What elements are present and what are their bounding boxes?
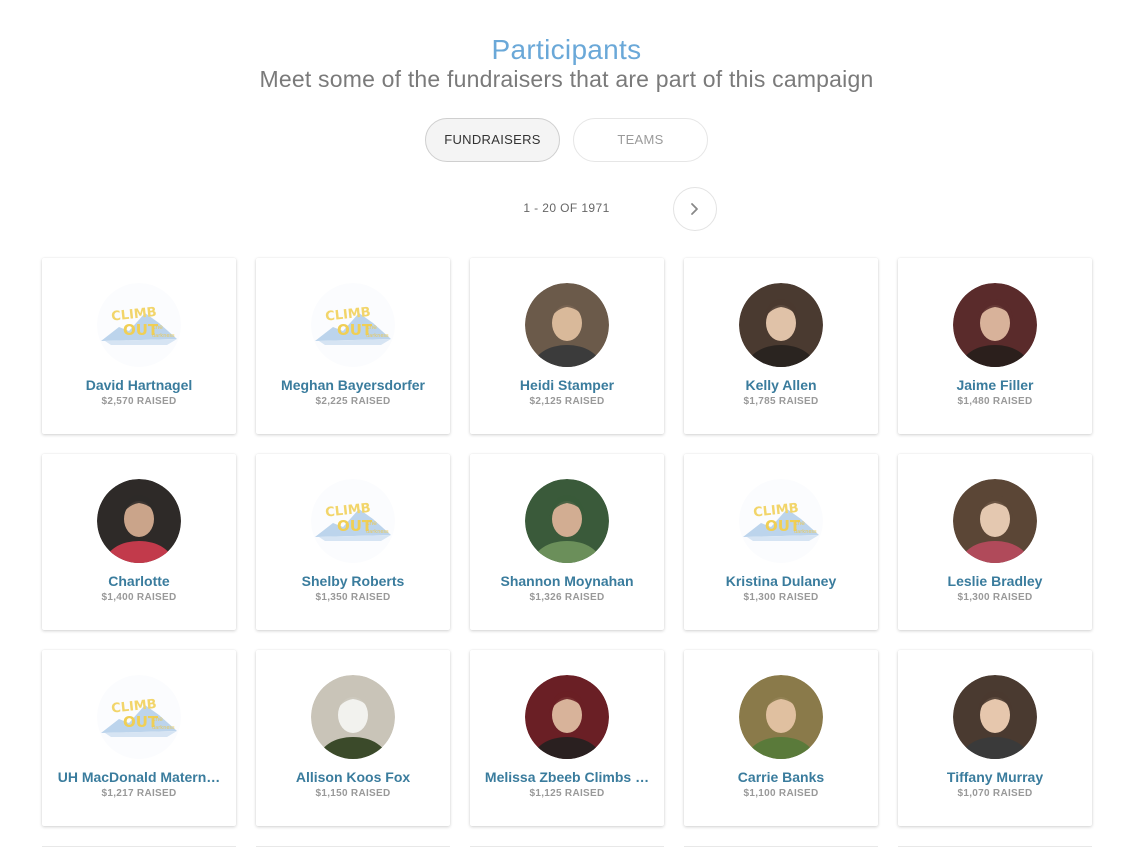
page-title: Participants xyxy=(491,34,642,65)
climb-out-logo: CLIMB OUT the darkness xyxy=(97,675,181,759)
participant-card[interactable]: CLIMB OUT the darkness Meghan Bayersdorfer $2… xyxy=(256,258,450,434)
svg-text:darkness: darkness xyxy=(152,725,175,731)
pagination-range: 1 - 20 OF 1971 xyxy=(523,201,610,215)
amount-raised: $1,300 RAISED xyxy=(957,592,1033,603)
participant-name[interactable]: Leslie Bradley xyxy=(906,573,1084,589)
participant-name[interactable]: Jaime Filler xyxy=(906,377,1084,393)
amount-raised: $2,570 RAISED xyxy=(101,396,177,407)
climb-out-logo: CLIMB OUT the darkness xyxy=(311,479,395,563)
participant-card[interactable]: CLIMB OUT the darkness Kristina Dulaney $1,30… xyxy=(684,454,878,630)
participant-name[interactable]: Charlotte xyxy=(50,573,228,589)
climb-out-logo: CLIMB OUT the darkness xyxy=(739,479,823,563)
amount-raised: $1,300 RAISED xyxy=(743,592,819,603)
amount-raised: $2,125 RAISED xyxy=(529,396,605,407)
amount-raised: $1,480 RAISED xyxy=(957,396,1033,407)
amount-raised: $1,785 RAISED xyxy=(743,396,819,407)
climb-out-logo: CLIMB OUT the darkness xyxy=(97,283,181,367)
amount-raised: $1,070 RAISED xyxy=(957,788,1033,799)
profile-photo xyxy=(739,675,823,759)
next-page-button[interactable] xyxy=(673,187,717,231)
participant-card[interactable]: Heidi Stamper $2,125 RAISED xyxy=(470,258,664,434)
profile-photo xyxy=(97,479,181,563)
participant-name[interactable]: Kristina Dulaney xyxy=(692,573,870,589)
participant-card[interactable]: Melissa Zbeeb Climbs … $1,125 RAISED xyxy=(470,650,664,826)
participant-card[interactable]: CLIMB OUT the darkness David Hartnagel $2,570… xyxy=(42,258,236,434)
participant-card[interactable]: Jaime Filler $1,480 RAISED xyxy=(898,258,1092,434)
participant-name[interactable]: Kelly Allen xyxy=(692,377,870,393)
participant-name[interactable]: Melissa Zbeeb Climbs … xyxy=(478,769,656,785)
participant-card[interactable]: Shannon Moynahan $1,326 RAISED xyxy=(470,454,664,630)
svg-text:darkness: darkness xyxy=(152,333,175,339)
participant-name[interactable]: David Hartnagel xyxy=(50,377,228,393)
tab-teams[interactable]: TEAMS xyxy=(573,118,708,162)
svg-text:the: the xyxy=(367,520,377,527)
profile-photo xyxy=(525,675,609,759)
participant-name[interactable]: Meghan Bayersdorfer xyxy=(264,377,442,393)
profile-photo xyxy=(739,283,823,367)
participant-name[interactable]: Allison Koos Fox xyxy=(264,769,442,785)
amount-raised: $1,326 RAISED xyxy=(529,592,605,603)
participant-name[interactable]: UH MacDonald Matern… xyxy=(50,769,228,785)
amount-raised: $2,225 RAISED xyxy=(315,396,391,407)
amount-raised: $1,217 RAISED xyxy=(101,788,177,799)
svg-text:the: the xyxy=(153,716,163,723)
amount-raised: $1,100 RAISED xyxy=(743,788,819,799)
amount-raised: $1,150 RAISED xyxy=(315,788,391,799)
profile-photo xyxy=(953,479,1037,563)
participant-card[interactable]: Charlotte $1,400 RAISED xyxy=(42,454,236,630)
participant-card[interactable]: Tiffany Murray $1,070 RAISED xyxy=(898,650,1092,826)
participant-card[interactable]: CLIMB OUT the darkness Shelby Roberts $1,350 … xyxy=(256,454,450,630)
participant-name[interactable]: Carrie Banks xyxy=(692,769,870,785)
participant-name[interactable]: Shannon Moynahan xyxy=(478,573,656,589)
participant-card[interactable]: Allison Koos Fox $1,150 RAISED xyxy=(256,650,450,826)
participant-card[interactable]: Kelly Allen $1,785 RAISED xyxy=(684,258,878,434)
svg-text:the: the xyxy=(153,324,163,331)
chevron-right-icon xyxy=(691,203,698,215)
amount-raised: $1,350 RAISED xyxy=(315,592,391,603)
profile-photo xyxy=(953,675,1037,759)
participant-card[interactable]: Leslie Bradley $1,300 RAISED xyxy=(898,454,1092,630)
svg-text:darkness: darkness xyxy=(366,529,389,535)
amount-raised: $1,400 RAISED xyxy=(101,592,177,603)
svg-text:darkness: darkness xyxy=(794,529,817,535)
climb-out-logo: CLIMB OUT the darkness xyxy=(311,283,395,367)
tab-fundraisers[interactable]: FUNDRAISERS xyxy=(425,118,560,162)
amount-raised: $1,125 RAISED xyxy=(529,788,605,799)
profile-photo xyxy=(953,283,1037,367)
svg-text:the: the xyxy=(367,324,377,331)
participant-name[interactable]: Shelby Roberts xyxy=(264,573,442,589)
profile-photo xyxy=(525,479,609,563)
participant-name[interactable]: Tiffany Murray xyxy=(906,769,1084,785)
svg-text:darkness: darkness xyxy=(366,333,389,339)
svg-text:the: the xyxy=(795,520,805,527)
participant-card[interactable]: Carrie Banks $1,100 RAISED xyxy=(684,650,878,826)
participant-name[interactable]: Heidi Stamper xyxy=(478,377,656,393)
page-subtitle: Meet some of the fundraisers that are pa… xyxy=(259,66,874,92)
profile-photo xyxy=(525,283,609,367)
profile-photo xyxy=(311,675,395,759)
participant-card[interactable]: CLIMB OUT the darkness UH MacDonald Matern… $… xyxy=(42,650,236,826)
